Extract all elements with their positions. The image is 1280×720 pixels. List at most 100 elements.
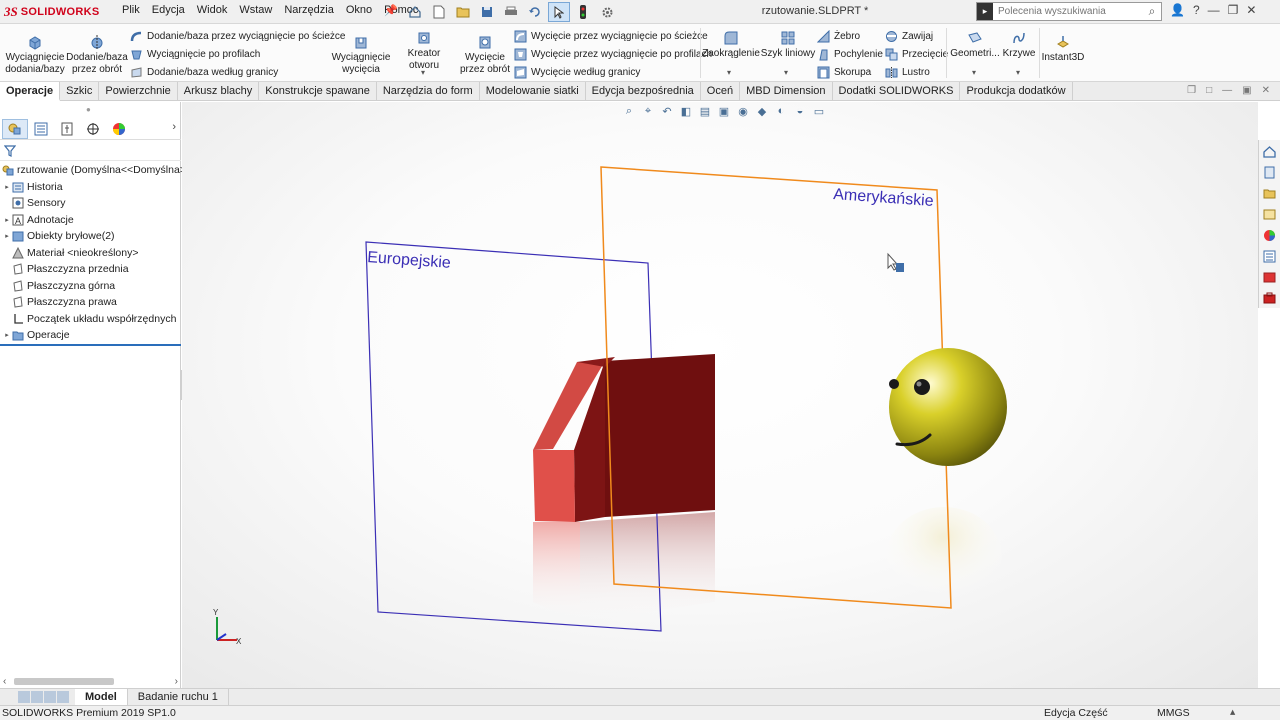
tree-item[interactable]: ▸ Operacje xyxy=(0,327,181,344)
command-search-mode-icon[interactable]: ▸ xyxy=(977,3,993,20)
configuration-manager-tab[interactable] xyxy=(54,119,80,139)
tree-item[interactable]: Sensory xyxy=(0,195,181,212)
tab-produkcja-dodatkow[interactable]: Produkcja dodatków xyxy=(960,82,1073,101)
close-icon[interactable]: ✕ xyxy=(1246,3,1256,17)
traffic-light-icon[interactable] xyxy=(572,2,594,22)
tab-edycja-bezposrednia[interactable]: Edycja bezpośrednia xyxy=(586,82,701,101)
red-block-body[interactable] xyxy=(533,354,715,522)
search-icon[interactable]: ⌕ xyxy=(1143,4,1161,19)
tab-ocen[interactable]: Oceń xyxy=(701,82,741,101)
panel-tabs-scroll-icon[interactable]: › xyxy=(172,121,176,133)
doc-close-icon[interactable]: ✕ xyxy=(1262,85,1270,96)
fillet-button[interactable]: Zaokrąglenie xyxy=(702,30,760,60)
home-icon[interactable] xyxy=(404,2,426,22)
zoom-to-fit-icon[interactable]: ⌕ xyxy=(622,104,636,118)
tree-item[interactable]: ▸ A Adnotacje xyxy=(0,212,181,229)
tab-operacje[interactable]: Operacje xyxy=(0,82,61,101)
graphics-viewport[interactable]: Europejskie Amerykańskie Y X ⌕ ⌖ ↶ ◧ ▤ ▣… xyxy=(182,102,1258,688)
doc-maximize-icon[interactable]: ▣ xyxy=(1242,85,1251,96)
tree-item[interactable]: Początek układu współrzędnych xyxy=(0,311,181,328)
reference-geometry-button[interactable]: Geometri... xyxy=(950,30,1000,60)
expand-arrow-icon[interactable]: ▸ xyxy=(2,232,12,240)
select-cursor-icon[interactable] xyxy=(548,2,570,22)
section-view-icon[interactable]: ◧ xyxy=(679,104,693,118)
extrude-boss-button[interactable]: Wyciągnięcie dodania/bazy xyxy=(4,34,66,76)
tree-root-part[interactable]: rzutowanie (Domyślna<<Domyślna> xyxy=(0,162,186,179)
user-icon[interactable]: 👤 xyxy=(1170,3,1185,17)
hide-show-items-icon[interactable]: ◆ xyxy=(755,104,769,118)
tree-item[interactable]: Płaszczyzna górna xyxy=(0,278,181,295)
tab-motion-study[interactable]: Badanie ruchu 1 xyxy=(128,689,229,705)
panel-grip-icon[interactable]: ● xyxy=(86,105,91,114)
revolve-cut-button[interactable]: Wycięcie przez obrót xyxy=(458,34,512,76)
previous-view-icon[interactable]: ↶ xyxy=(660,104,674,118)
tab-narzedzia-do-form[interactable]: Narzędzia do form xyxy=(377,82,480,101)
tab-mbd-dimension[interactable]: MBD Dimension xyxy=(740,82,833,101)
scroll-left-icon[interactable]: ‹ xyxy=(3,676,6,687)
curves-button[interactable]: Krzywe xyxy=(1000,30,1038,60)
minimize-icon[interactable]: — xyxy=(1208,3,1220,17)
revolve-boss-button[interactable]: Dodanie/baza przez obrót xyxy=(66,34,128,76)
boundary-cut-button[interactable]: Wycięcie według granicy xyxy=(514,64,640,80)
panel-horizontal-scrollbar[interactable]: ‹ › xyxy=(0,675,181,688)
extrude-cut-button[interactable]: Wyciągnięcie wycięcia xyxy=(330,34,392,76)
edit-appearance-icon[interactable]: ◐ xyxy=(774,104,788,118)
undo-icon[interactable] xyxy=(524,2,546,22)
tab-szkic[interactable]: Szkic xyxy=(60,82,100,101)
wrap-button[interactable]: Zawijaj xyxy=(885,28,933,44)
hole-wizard-button[interactable]: Kreator otworu xyxy=(392,30,456,72)
custom-properties-tab[interactable] xyxy=(1259,246,1279,266)
open-folder-icon[interactable] xyxy=(452,2,474,22)
view-orientation-icon[interactable]: ▣ xyxy=(717,104,731,118)
doc-tile-icon[interactable]: ❐ xyxy=(1187,85,1196,96)
print-icon[interactable] xyxy=(500,2,522,22)
draft-button[interactable]: Pochylenie xyxy=(817,46,883,62)
appearances-tab[interactable] xyxy=(1259,225,1279,245)
menu-narzedzia[interactable]: Narzędzia xyxy=(278,4,340,16)
search-input[interactable] xyxy=(993,6,1143,17)
first-tab-icon[interactable] xyxy=(18,691,30,703)
scroll-thumb[interactable] xyxy=(14,678,114,685)
tab-model[interactable]: Model xyxy=(75,689,128,705)
tab-konstrukcje-spawane[interactable]: Konstrukcje spawane xyxy=(259,82,377,101)
boundary-boss-button[interactable]: Dodanie/baza według granicy xyxy=(130,64,278,80)
geometry-dropdown-icon[interactable]: ▾ xyxy=(972,68,976,77)
save-icon[interactable] xyxy=(476,2,498,22)
expand-arrow-icon[interactable]: ▸ xyxy=(2,331,12,339)
help-icon[interactable]: ? xyxy=(1193,3,1200,17)
expand-arrow-icon[interactable]: ▸ xyxy=(2,183,12,191)
file-explorer-tab[interactable] xyxy=(1259,183,1279,203)
tree-item[interactable]: ▸ Obiekty bryłowe(2) xyxy=(0,228,181,245)
tab-dodatki-solidworks[interactable]: Dodatki SOLIDWORKS xyxy=(833,82,961,101)
view-settings-icon[interactable]: ▭ xyxy=(812,104,826,118)
design-library-tab[interactable] xyxy=(1259,162,1279,182)
doc-minimize-icon[interactable]: — xyxy=(1222,85,1232,96)
zoom-to-area-icon[interactable]: ⌖ xyxy=(641,104,655,118)
linear-pattern-dropdown-icon[interactable]: ▾ xyxy=(784,68,788,77)
options-gear-icon[interactable] xyxy=(596,2,618,22)
property-manager-tab[interactable] xyxy=(28,119,54,139)
view-palette-tab[interactable] xyxy=(1259,204,1279,224)
menu-widok[interactable]: Widok xyxy=(191,4,234,16)
tab-powierzchnie[interactable]: Powierzchnie xyxy=(99,82,178,101)
curves-dropdown-icon[interactable]: ▾ xyxy=(1016,68,1020,77)
menu-wstaw[interactable]: Wstaw xyxy=(233,4,278,16)
tree-filter[interactable] xyxy=(0,141,181,161)
next-tab-icon[interactable] xyxy=(44,691,56,703)
loft-boss-button[interactable]: Wyciągnięcie po profilach xyxy=(130,46,260,62)
new-document-icon[interactable] xyxy=(428,2,450,22)
mirror-button[interactable]: Lustro xyxy=(885,64,930,80)
rib-button[interactable]: Żebro xyxy=(817,28,860,44)
tab-modelowanie-siatki[interactable]: Modelowanie siatki xyxy=(480,82,586,101)
filter-icon[interactable] xyxy=(4,144,16,157)
status-customize-icon[interactable]: ▴ xyxy=(1230,706,1235,718)
linear-pattern-button[interactable]: Szyk liniowy xyxy=(760,30,816,60)
yellow-sphere-body[interactable] xyxy=(889,348,1007,466)
tab-arkusz-blachy[interactable]: Arkusz blachy xyxy=(178,82,260,101)
menu-okno[interactable]: Okno xyxy=(340,4,378,16)
intersect-button[interactable]: Przecięcie xyxy=(885,46,948,62)
fillet-dropdown-icon[interactable]: ▾ xyxy=(727,68,731,77)
dynamic-annotation-icon[interactable]: ▤ xyxy=(698,104,712,118)
solidworks-resources-tab[interactable] xyxy=(1259,141,1279,161)
tree-item[interactable]: ▸ Historia xyxy=(0,179,181,196)
